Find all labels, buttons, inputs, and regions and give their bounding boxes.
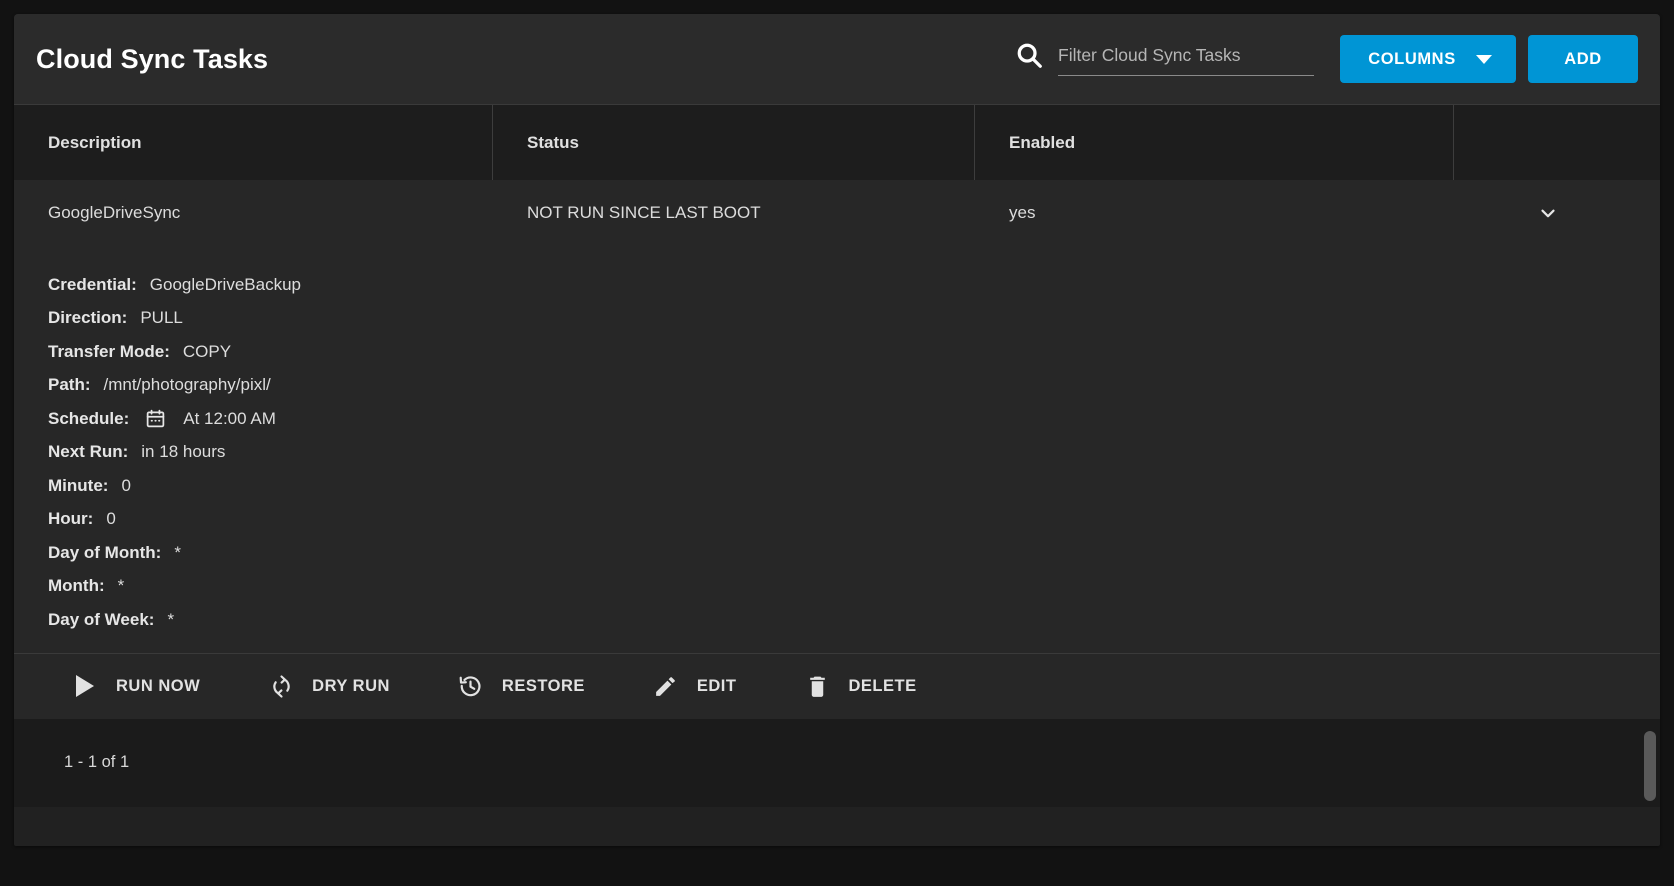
detail-label-day-of-month: Day of Month: xyxy=(48,543,161,563)
edit-label: EDIT xyxy=(697,677,737,696)
play-icon xyxy=(72,673,98,699)
run-now-label: RUN NOW xyxy=(116,677,200,696)
add-button-label: ADD xyxy=(1564,50,1602,69)
detail-value-next-run: in 18 hours xyxy=(141,442,225,462)
sync-icon xyxy=(268,673,294,699)
add-button[interactable]: ADD xyxy=(1528,35,1638,83)
detail-label-schedule: Schedule: xyxy=(48,409,129,429)
cell-status: NOT RUN SINCE LAST BOOT xyxy=(493,180,975,246)
delete-label: DELETE xyxy=(848,677,916,696)
restore-button[interactable]: RESTORE xyxy=(458,673,585,699)
table-footer: 1 - 1 of 1 xyxy=(14,719,1660,807)
detail-row-transfer-mode: Transfer Mode: COPY xyxy=(48,335,1660,369)
calendar-icon xyxy=(145,408,166,429)
detail-value-month: * xyxy=(118,576,125,596)
detail-value-schedule: At 12:00 AM xyxy=(183,409,276,429)
caret-down-icon xyxy=(1476,55,1492,64)
page-title: Cloud Sync Tasks xyxy=(36,44,268,75)
detail-row-credential: Credential: GoogleDriveBackup xyxy=(48,268,1660,302)
detail-label-day-of-week: Day of Week: xyxy=(48,610,154,630)
detail-value-day-of-month: * xyxy=(174,543,181,563)
detail-label-credential: Credential: xyxy=(48,275,137,295)
dry-run-button[interactable]: DRY RUN xyxy=(268,673,390,699)
detail-value-path: /mnt/photography/pixl/ xyxy=(104,375,271,395)
detail-row-minute: Minute: 0 xyxy=(48,469,1660,503)
detail-row-day-of-month: Day of Month: * xyxy=(48,536,1660,570)
detail-value-credential: GoogleDriveBackup xyxy=(150,275,301,295)
detail-value-minute: 0 xyxy=(121,476,130,496)
detail-label-minute: Minute: xyxy=(48,476,108,496)
detail-label-transfer-mode: Transfer Mode: xyxy=(48,342,170,362)
card-toolbar: Cloud Sync Tasks COLUMNS xyxy=(14,14,1660,104)
delete-button[interactable]: DELETE xyxy=(804,673,916,699)
detail-value-direction: PULL xyxy=(140,308,183,328)
toolbar-actions: COLUMNS ADD xyxy=(1014,35,1638,83)
search-icon xyxy=(1014,40,1044,70)
edit-button[interactable]: EDIT xyxy=(653,673,737,699)
detail-value-hour: 0 xyxy=(106,509,115,529)
pencil-icon xyxy=(653,673,679,699)
column-header-status[interactable]: Status xyxy=(493,105,975,180)
columns-button-label: COLUMNS xyxy=(1368,50,1456,69)
detail-row-month: Month: * xyxy=(48,570,1660,604)
history-restore-icon xyxy=(458,673,484,699)
trash-icon xyxy=(804,673,830,699)
search-field-wrap xyxy=(1058,45,1314,76)
detail-label-hour: Hour: xyxy=(48,509,93,529)
cell-enabled: yes xyxy=(975,180,1454,246)
task-detail-panel: Credential: GoogleDriveBackup Direction:… xyxy=(14,246,1660,653)
search-input[interactable] xyxy=(1058,45,1314,76)
filter-search-group xyxy=(1014,40,1314,78)
column-header-enabled[interactable]: Enabled xyxy=(975,105,1454,180)
vertical-scrollbar-thumb[interactable] xyxy=(1644,731,1656,801)
detail-value-transfer-mode: COPY xyxy=(183,342,231,362)
column-header-spacer xyxy=(1454,105,1660,180)
cell-description: GoogleDriveSync xyxy=(14,180,493,246)
table-header-row: Description Status Enabled xyxy=(14,104,1660,180)
detail-label-month: Month: xyxy=(48,576,105,596)
run-now-button[interactable]: RUN NOW xyxy=(72,673,200,699)
detail-row-hour: Hour: 0 xyxy=(48,503,1660,537)
app-root: Cloud Sync Tasks COLUMNS xyxy=(0,0,1674,886)
detail-label-path: Path: xyxy=(48,375,91,395)
detail-row-schedule: Schedule: At 12:00 AM xyxy=(48,402,1660,436)
row-expand-toggle[interactable] xyxy=(1454,180,1660,246)
detail-label-direction: Direction: xyxy=(48,308,127,328)
detail-action-bar: RUN NOW DRY RUN xyxy=(14,653,1660,719)
chevron-down-icon xyxy=(1537,202,1559,224)
detail-row-day-of-week: Day of Week: * xyxy=(48,603,1660,637)
detail-row-path: Path: /mnt/photography/pixl/ xyxy=(48,369,1660,403)
detail-row-direction: Direction: PULL xyxy=(48,302,1660,336)
restore-label: RESTORE xyxy=(502,677,585,696)
detail-label-next-run: Next Run: xyxy=(48,442,128,462)
detail-row-next-run: Next Run: in 18 hours xyxy=(48,436,1660,470)
cloud-sync-tasks-card: Cloud Sync Tasks COLUMNS xyxy=(14,14,1660,846)
column-header-description[interactable]: Description xyxy=(14,105,493,180)
columns-button[interactable]: COLUMNS xyxy=(1340,35,1516,83)
detail-value-day-of-week: * xyxy=(167,610,174,630)
paginator-range-label: 1 - 1 of 1 xyxy=(64,753,129,772)
dry-run-label: DRY RUN xyxy=(312,677,390,696)
table-row[interactable]: GoogleDriveSync NOT RUN SINCE LAST BOOT … xyxy=(14,180,1660,246)
